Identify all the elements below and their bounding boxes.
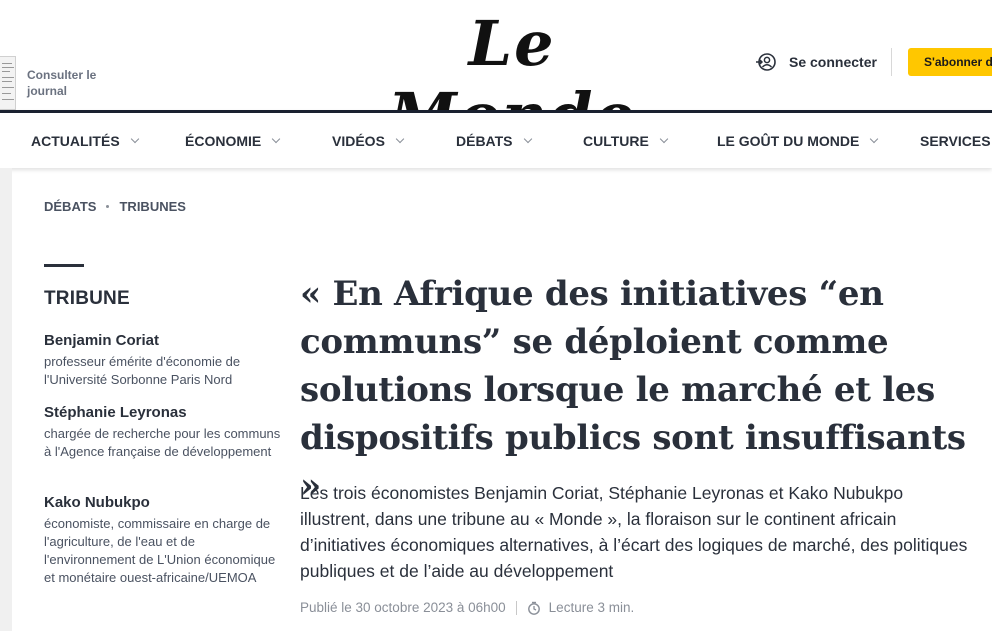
newspaper-thumbnail — [0, 56, 16, 110]
user-circle-icon — [756, 53, 776, 71]
clock-icon — [527, 601, 540, 615]
author-name[interactable]: Kako Nubukpo — [44, 493, 284, 513]
le-monde-logo[interactable]: Le Monde — [366, 8, 658, 152]
subscribe-button[interactable]: S'abonner dès 1 € — [908, 48, 992, 76]
author-role: professeur émérite d'économie de l'Unive… — [44, 354, 241, 387]
nav-item-actualites[interactable]: ACTUALITÉS — [31, 113, 139, 168]
breadcrumb-debats[interactable]: DÉBATS — [44, 199, 96, 214]
nav-item-debats[interactable]: DÉBATS — [456, 113, 532, 168]
article-kicker: TRIBUNE — [44, 288, 130, 309]
chevron-down-icon — [870, 134, 879, 143]
kicker-rule — [44, 264, 84, 267]
nav-item-label: ACTUALITÉS — [31, 132, 120, 149]
nav-item-services[interactable]: SERVICES — [920, 113, 992, 168]
author-name[interactable]: Benjamin Coriat — [44, 331, 284, 351]
header-divider — [891, 48, 892, 76]
author-name[interactable]: Stéphanie Leyronas — [44, 403, 284, 423]
chevron-down-icon — [271, 134, 281, 143]
nav-item-label: CULTURE — [583, 132, 649, 149]
meta-separator — [515, 600, 517, 615]
nav-item-label: LE GOÛT DU MONDE — [717, 132, 860, 149]
login-button[interactable]: Se connecter — [756, 50, 877, 74]
nav-item-label: SERVICES — [920, 132, 991, 149]
nav-item-label: VIDÉOS — [332, 132, 385, 149]
login-label: Se connecter — [789, 54, 877, 70]
chevron-down-icon — [130, 134, 139, 143]
article-title: « En Afrique des initiatives “en communs… — [300, 274, 966, 506]
journal-link[interactable]: Consulter le journal — [0, 56, 97, 110]
journal-link-label: Consulter le journal — [27, 68, 97, 98]
nav-item-videos[interactable]: VIDÉOS — [332, 113, 405, 168]
chevron-down-icon — [395, 134, 405, 143]
left-gutter — [0, 168, 12, 631]
author-block: Stéphanie Leyronas chargée de recherche … — [44, 403, 284, 461]
breadcrumb-tribunes[interactable]: TRIBUNES — [119, 199, 185, 214]
nav-item-economie[interactable]: ÉCONOMIE — [185, 113, 281, 168]
author-block: Kako Nubukpo économiste, commissaire en … — [44, 493, 284, 587]
nav-item-gout-du-monde[interactable]: LE GOÛT DU MONDE — [717, 113, 879, 168]
publish-date: Publié le 30 octobre 2023 à 06h00 — [300, 600, 506, 615]
breadcrumb-separator — [106, 205, 110, 208]
article-meta: Publié le 30 octobre 2023 à 06h00 Lectur… — [300, 600, 634, 615]
author-block: Benjamin Coriat professeur émérite d'éco… — [44, 331, 284, 389]
breadcrumb: DÉBATS TRIBUNES — [44, 199, 186, 214]
chevron-down-icon — [659, 134, 669, 143]
chevron-down-icon — [523, 134, 532, 143]
nav-item-label: DÉBATS — [456, 132, 513, 149]
reading-time: Lecture 3 min. — [548, 600, 635, 615]
site-header: Consulter le journal Le Monde Se connect… — [0, 0, 992, 152]
nav-item-label: ÉCONOMIE — [185, 132, 262, 149]
article-lede: Les trois économistes Benjamin Coriat, S… — [300, 483, 968, 581]
nav-item-culture[interactable]: CULTURE — [583, 113, 669, 168]
author-role: économiste, commissaire en charge de l'a… — [44, 516, 276, 585]
main-navigation: ACTUALITÉS ÉCONOMIE VIDÉOS DÉBATS CULTUR… — [0, 110, 992, 168]
author-role: chargée de recherche pour les communs à … — [44, 426, 281, 459]
